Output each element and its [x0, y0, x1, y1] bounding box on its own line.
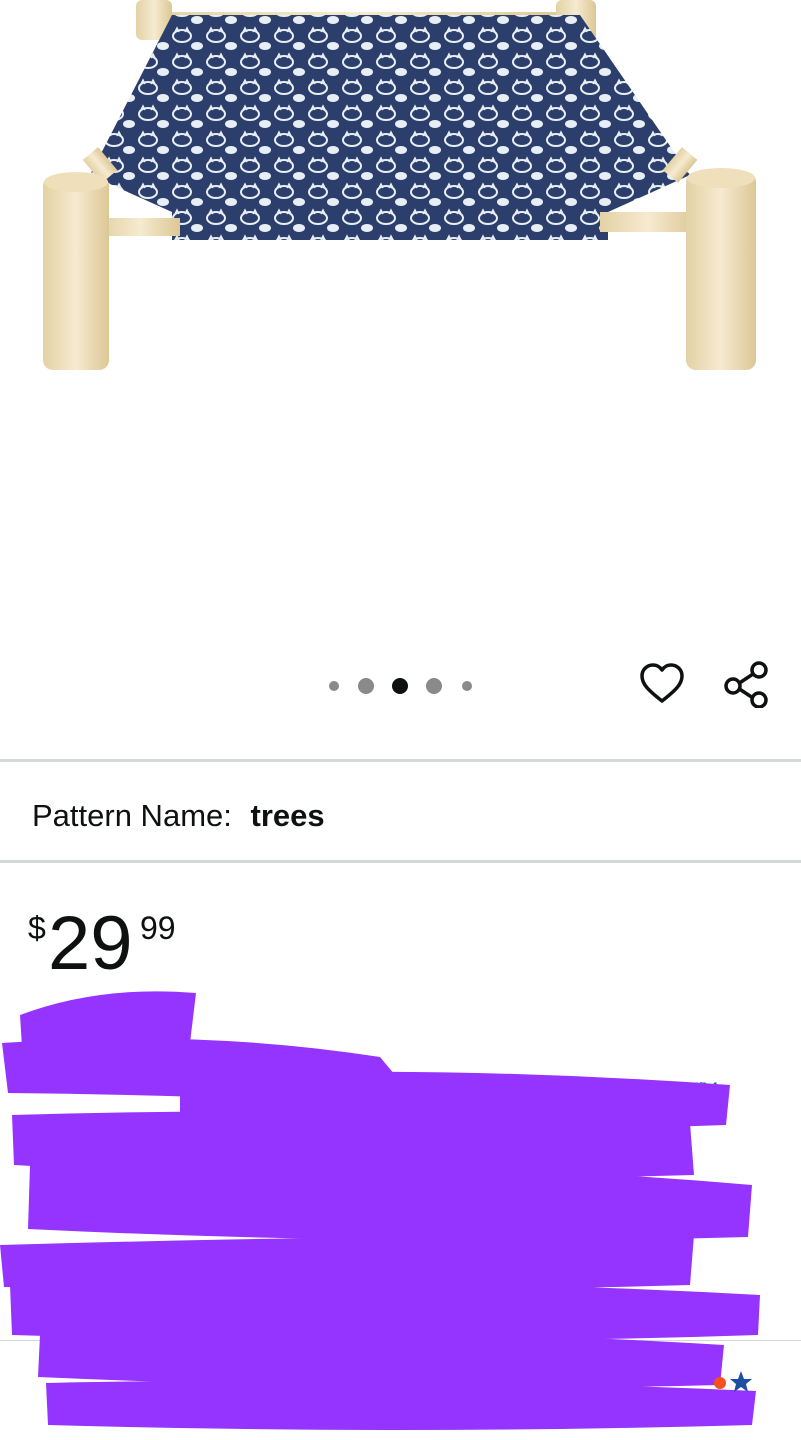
- carousel-dot-4[interactable]: [426, 678, 442, 694]
- product-image[interactable]: [0, 0, 801, 400]
- pattern-name-row[interactable]: Pattern Name: trees: [32, 796, 325, 836]
- section-divider: [0, 860, 801, 863]
- image-carousel-dots[interactable]: [320, 672, 490, 700]
- heart-outline-icon[interactable]: [638, 660, 686, 708]
- carousel-dot-2[interactable]: [358, 678, 374, 694]
- product-detail-page: Pattern Name: trees $ 29 99 cery S: [0, 0, 801, 1440]
- share-icon[interactable]: [722, 660, 770, 708]
- carousel-dot-1[interactable]: [329, 681, 339, 691]
- redaction-scribble: [0, 991, 760, 1430]
- price-whole: 29: [48, 901, 133, 986]
- pattern-name-value: trees: [250, 798, 325, 833]
- price-fraction: 99: [140, 910, 176, 946]
- price-currency-symbol: $: [28, 910, 46, 946]
- section-divider: [0, 759, 801, 762]
- carousel-dot-3-active[interactable]: [392, 678, 408, 694]
- carousel-dot-5[interactable]: [462, 681, 472, 691]
- pattern-name-label: Pattern Name:: [32, 798, 232, 833]
